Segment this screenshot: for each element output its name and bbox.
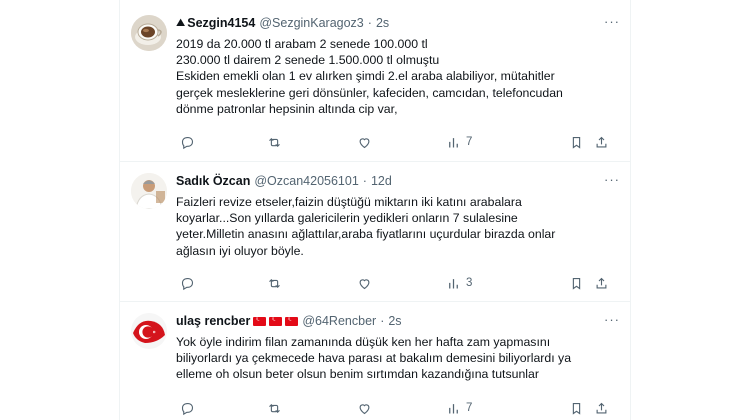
reply-icon <box>181 136 194 149</box>
user-handle[interactable]: @Ozcan42056101 <box>254 174 358 188</box>
tweet-text-line: dönme patronlar hepsinin altında cip var… <box>176 101 398 116</box>
views-count: 3 <box>466 277 473 289</box>
share-button[interactable] <box>594 399 609 417</box>
share-icon <box>596 402 607 413</box>
more-icon[interactable]: ··· <box>604 172 620 187</box>
views-button[interactable]: 3 <box>446 274 472 292</box>
avatar[interactable] <box>131 313 167 349</box>
avatar[interactable] <box>131 173 167 209</box>
bookmark-button[interactable] <box>569 133 584 151</box>
more-icon[interactable]: ··· <box>604 14 620 29</box>
tweet-text-line: 230.000 tl dairem 2 senede 1.500.000 tl … <box>176 53 440 68</box>
tweet-actions: 7 <box>170 133 620 151</box>
display-name[interactable]: Sadık Özcan <box>176 174 250 188</box>
share-button[interactable] <box>594 274 609 292</box>
bookmark-icon <box>572 402 581 415</box>
tweet-text-line: 2019 da 20.000 tl arabam 2 senede 100.00… <box>176 37 428 51</box>
retweet-icon <box>269 137 280 147</box>
tweet[interactable]: Sadık Özcan @Ozcan42056101 · 12d ··· Fai… <box>120 162 630 302</box>
retweet-icon <box>269 278 280 288</box>
turkish-flag-icon <box>269 314 283 326</box>
tweet-text-line: Yok öyle indirim filan zamanında düşük k… <box>176 335 551 349</box>
tweet-header: Sadık Özcan @Ozcan42056101 · 12d <box>176 173 392 189</box>
tweet-actions: 7 <box>170 399 620 417</box>
turkish-flag-avatar-icon <box>131 313 167 349</box>
more-icon[interactable]: ··· <box>604 312 620 327</box>
like-button[interactable] <box>357 133 372 151</box>
timestamp[interactable]: 2s <box>388 314 401 328</box>
like-icon <box>359 278 370 289</box>
display-name[interactable]: ulaş rencber <box>176 314 250 328</box>
reply-feed: ⛰ Sezgin4154 @SezginKaragoz3 · 2s ··· 20… <box>119 0 631 420</box>
reply-icon <box>181 277 194 290</box>
tweet-text: 2019 da 20.000 tl arabam 2 senede 100.00… <box>176 36 620 117</box>
turkish-flag-icon <box>253 314 267 326</box>
user-photo-avatar-icon <box>131 173 167 209</box>
separator-dot: · <box>362 174 367 188</box>
views-button[interactable]: 7 <box>446 399 472 417</box>
user-handle[interactable]: @SezginKaragoz3 <box>259 16 363 30</box>
bookmark-icon <box>572 277 581 290</box>
tweet-text-line: koyarlar...Son yıllarda galericilerin ye… <box>176 211 518 226</box>
retweet-button[interactable] <box>267 274 282 292</box>
bookmark-icon <box>572 136 581 149</box>
like-icon <box>359 137 370 148</box>
separator-dot: · <box>380 314 385 328</box>
turkish-flag-icon <box>285 314 299 326</box>
bookmark-button[interactable] <box>569 274 584 292</box>
share-icon <box>596 136 607 147</box>
views-count: 7 <box>466 136 473 148</box>
tweet-text-line: biliyorlardı ya çekmecede hava parası at… <box>176 351 572 366</box>
tweet-text-line: Faizleri revize etseler,faizin düştüğü m… <box>176 195 522 209</box>
tweet-text: Yok öyle indirim filan zamanında düşük k… <box>176 334 620 383</box>
views-icon <box>449 403 458 413</box>
like-icon <box>359 403 370 414</box>
timestamp[interactable]: 12d <box>371 174 392 188</box>
like-button[interactable] <box>357 399 372 417</box>
bookmark-button[interactable] <box>569 399 584 417</box>
reply-button[interactable] <box>180 399 195 417</box>
tweet[interactable]: ⛰ Sezgin4154 @SezginKaragoz3 · 2s ··· 20… <box>120 0 630 162</box>
share-icon <box>596 277 607 288</box>
tweet-text-line: Eskiden emekli olan 1 ev alırken şimdi 2… <box>176 69 555 84</box>
tweet-text-line: gerçek mesleklerine geri dönsünler, kafe… <box>176 85 563 100</box>
reply-button[interactable] <box>180 133 195 151</box>
reply-icon <box>181 402 194 415</box>
tweet-text-line: elleme oh olsun beter olsun benim sırtım… <box>176 367 539 382</box>
mountain-emoji-icon: ⛰ <box>176 16 186 29</box>
views-icon <box>449 137 458 147</box>
separator-dot: · <box>367 16 372 30</box>
display-name[interactable]: Sezgin4154 <box>187 16 255 30</box>
tweet-header: ⛰ Sezgin4154 @SezginKaragoz3 · 2s <box>176 15 389 31</box>
retweet-button[interactable] <box>267 399 282 417</box>
user-handle[interactable]: @64Rencber <box>302 314 376 328</box>
retweet-icon <box>269 403 280 413</box>
views-icon <box>449 278 458 288</box>
tweet-text-line: yeter.Milletin anasını ağlattılar,araba … <box>176 227 556 242</box>
tweet-text: Faizleri revize etseler,faizin düştüğü m… <box>176 194 620 259</box>
like-button[interactable] <box>357 274 372 292</box>
retweet-button[interactable] <box>267 133 282 151</box>
timestamp[interactable]: 2s <box>376 16 389 30</box>
avatar[interactable] <box>131 15 167 51</box>
coffee-cup-avatar-icon <box>131 15 167 51</box>
tweet-text-line: ağlasın iyi oluyor böyle. <box>176 243 304 258</box>
views-count: 7 <box>466 402 473 414</box>
share-button[interactable] <box>594 133 609 151</box>
tweet[interactable]: ulaş rencber @64Rencber · 2s ··· Yok öyl… <box>120 302 630 420</box>
reply-button[interactable] <box>180 274 195 292</box>
tweet-actions: 3 <box>170 274 620 292</box>
views-button[interactable]: 7 <box>446 133 472 151</box>
tweet-header: ulaş rencber @64Rencber · 2s <box>176 313 402 329</box>
